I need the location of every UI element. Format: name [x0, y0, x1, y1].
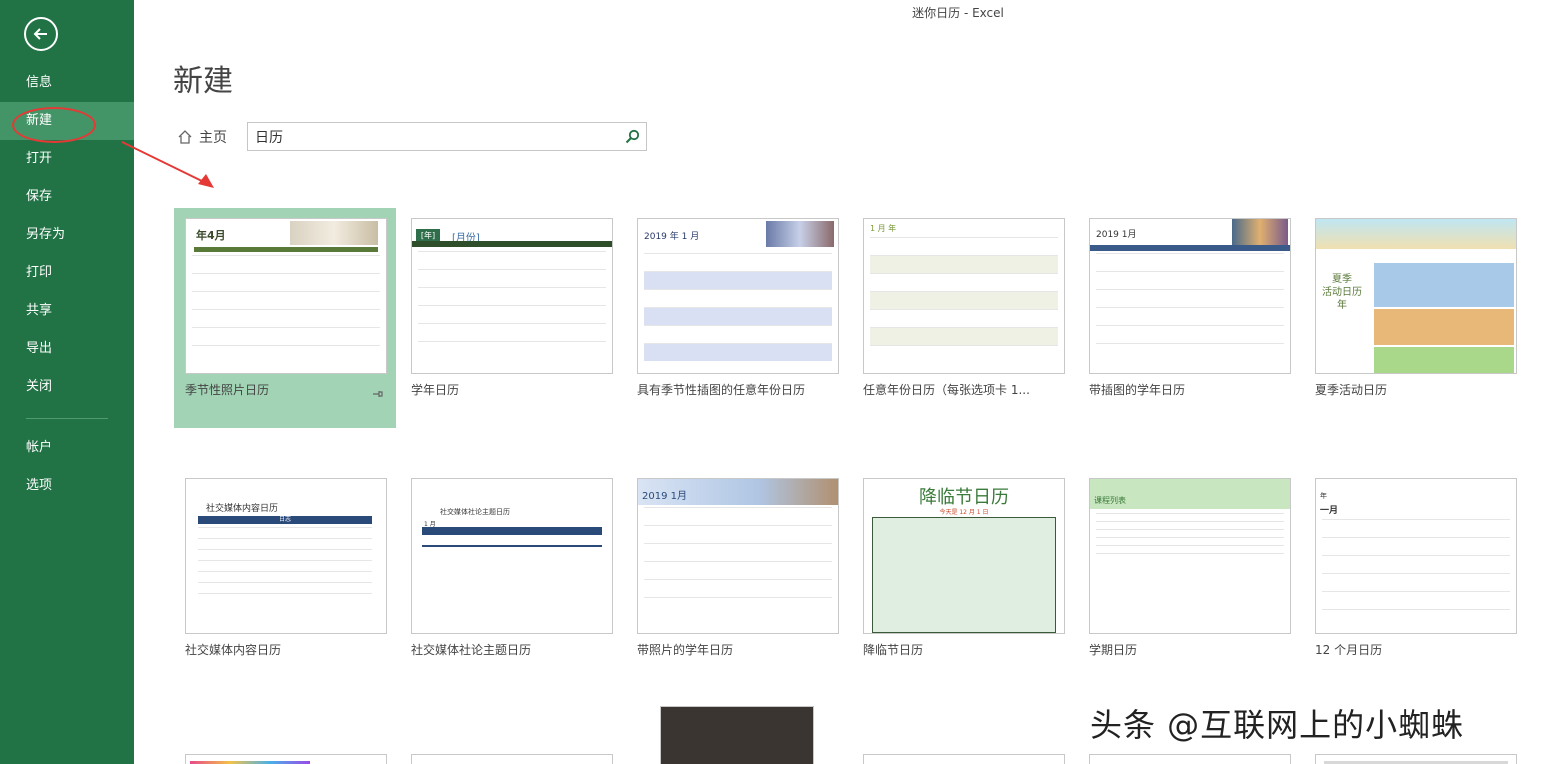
template-thumbnail — [1089, 754, 1291, 764]
home-icon — [178, 130, 192, 144]
template-label: 季节性照片日历 — [185, 383, 270, 397]
thumb-illustration — [1232, 219, 1288, 245]
home-label: 主页 — [199, 130, 227, 146]
template-card-partial[interactable] — [400, 744, 622, 764]
thumb-year: 年 — [1320, 492, 1327, 500]
template-card-photo-school-year[interactable]: 2019 1月 带照片的学年日历 — [626, 468, 848, 688]
thumb-title: 年4月 — [196, 229, 226, 242]
template-thumbnail: [年] [月份] — [411, 218, 613, 374]
nav-print[interactable]: 打印 — [0, 254, 134, 292]
template-label: 降临节日历 — [863, 643, 924, 657]
thumb-subtitle: 日志 — [198, 516, 372, 524]
template-card-social-media-editorial[interactable]: 社交媒体社论主题日历 1 月 社交媒体社论主题日历 — [400, 468, 622, 688]
template-thumbnail: 1 月 年 — [863, 218, 1065, 374]
template-label: 任意年份日历（每张选项卡 1... — [863, 383, 1030, 397]
template-card-seasonal-illustration[interactable]: 2019 年 1 月 具有季节性插图的任意年份日历 — [626, 208, 848, 428]
template-thumbnail: 2019 1月 — [1089, 218, 1291, 374]
template-card-partial[interactable] — [174, 744, 396, 764]
nav-info[interactable]: 信息 — [0, 64, 134, 102]
template-search-box — [247, 122, 647, 151]
template-thumbnail: 社交媒体社论主题日历 1 月 — [411, 478, 613, 634]
template-card-illustrated-school-year[interactable]: 2019 1月 带插图的学年日历 — [1078, 208, 1300, 428]
backstage-sidebar: 信息 新建 打开 保存 另存为 打印 共享 导出 关闭 帐户 选项 — [0, 0, 134, 764]
template-thumbnail — [660, 706, 814, 764]
template-card-partial[interactable] — [1304, 744, 1526, 764]
template-card-partial[interactable] — [649, 696, 871, 764]
thumb-title: 夏季 活动日历 年 — [1322, 274, 1362, 311]
template-label: 带照片的学年日历 — [637, 643, 734, 657]
thumb-title: 2019 1月 — [642, 491, 687, 502]
template-label: 社交媒体社论主题日历 — [411, 643, 532, 657]
page-title: 新建 — [173, 64, 233, 99]
template-card-seasonal-photo[interactable]: 年4月 季节性照片日历 — [174, 208, 396, 428]
pin-icon[interactable] — [372, 389, 384, 399]
back-button[interactable] — [24, 17, 58, 51]
template-label: 学期日历 — [1089, 643, 1138, 657]
template-thumbnail — [1315, 754, 1517, 764]
template-search-input[interactable] — [248, 123, 608, 150]
thumb-title: 社交媒体社论主题日历 — [440, 508, 510, 516]
template-thumbnail: 降临节日历 今天是 12 月 1 日 — [863, 478, 1065, 634]
template-thumbnail: 年 一月 — [1315, 478, 1517, 634]
thumb-title: 社交媒体内容日历 — [206, 504, 279, 514]
template-thumbnail: 社交媒体内容日历 日志 — [185, 478, 387, 634]
template-thumbnail — [411, 754, 613, 764]
template-card-any-year[interactable]: 1 月 年 任意年份日历（每张选项卡 1... — [852, 208, 1074, 428]
window-title: 迷你日历 - Excel — [912, 6, 1004, 20]
template-card-social-media-content[interactable]: 社交媒体内容日历 日志 社交媒体内容日历 — [174, 468, 396, 688]
nav-save[interactable]: 保存 — [0, 178, 134, 216]
template-card-partial[interactable] — [1078, 744, 1300, 764]
nav-save-as[interactable]: 另存为 — [0, 216, 134, 254]
template-label: 带插图的学年日历 — [1089, 383, 1186, 397]
template-thumbnail: 2019 1月 — [637, 478, 839, 634]
annotation-arrow — [121, 141, 214, 188]
template-thumbnail: 年4月 — [185, 218, 387, 374]
nav-close[interactable]: 关闭 — [0, 368, 134, 406]
thumb-title: 2019 年 1 月 — [644, 232, 700, 242]
thumb-beach — [1316, 219, 1516, 249]
template-label: 社交媒体内容日历 — [185, 643, 282, 657]
nav-new[interactable]: 新建 — [0, 102, 134, 140]
home-link[interactable]: 主页 — [177, 127, 227, 147]
template-card-12-month[interactable]: 年 一月 12 个月日历 — [1304, 468, 1526, 688]
nav-options[interactable]: 选项 — [0, 467, 134, 505]
nav-account[interactable]: 帐户 — [0, 429, 134, 467]
thumb-title: 1 月 年 — [870, 224, 897, 233]
template-card-advent[interactable]: 降临节日历 今天是 12 月 1 日 降临节日历 — [852, 468, 1074, 688]
nav-share[interactable]: 共享 — [0, 292, 134, 330]
thumb-subtitle: 今天是 12 月 1 日 — [939, 509, 989, 516]
thumb-illustration — [766, 221, 834, 247]
template-thumbnail — [863, 754, 1065, 764]
template-thumbnail — [185, 754, 387, 764]
watermark-text: 头条 @互联网上的小蜘蛛 — [1090, 706, 1465, 744]
template-card-partial[interactable] — [852, 744, 1074, 764]
search-icon[interactable] — [625, 129, 640, 144]
thumb-title: 2019 1月 — [1096, 230, 1137, 240]
template-label: 具有季节性插图的任意年份日历 — [637, 383, 806, 397]
nav-export[interactable]: 导出 — [0, 330, 134, 368]
thumb-title: 课程列表 — [1094, 496, 1126, 505]
template-card-summer-activity[interactable]: 夏季 活动日历 年 夏季活动日历 — [1304, 208, 1526, 428]
thumb-photo — [290, 221, 378, 245]
thumb-title: 降临节日历 — [919, 487, 1009, 508]
template-label: 学年日历 — [411, 383, 460, 397]
template-label: 12 个月日历 — [1315, 643, 1383, 657]
template-card-semester[interactable]: 课程列表 学期日历 — [1078, 468, 1300, 688]
thumb-month: 一月 — [1320, 506, 1339, 516]
nav-divider — [26, 418, 108, 419]
back-arrow-icon — [33, 28, 47, 40]
template-label: 夏季活动日历 — [1315, 383, 1388, 397]
template-thumbnail: 夏季 活动日历 年 — [1315, 218, 1517, 374]
template-card-school-year[interactable]: [年] [月份] 学年日历 — [400, 208, 622, 428]
nav-open[interactable]: 打开 — [0, 140, 134, 178]
backstage-nav: 信息 新建 打开 保存 另存为 打印 共享 导出 关闭 帐户 选项 — [0, 64, 134, 505]
template-thumbnail: 课程列表 — [1089, 478, 1291, 634]
template-thumbnail: 2019 年 1 月 — [637, 218, 839, 374]
excel-backstage-new: 迷你日历 - Excel 信息 新建 打开 保存 另存为 打印 共享 导出 关闭… — [0, 0, 1556, 764]
